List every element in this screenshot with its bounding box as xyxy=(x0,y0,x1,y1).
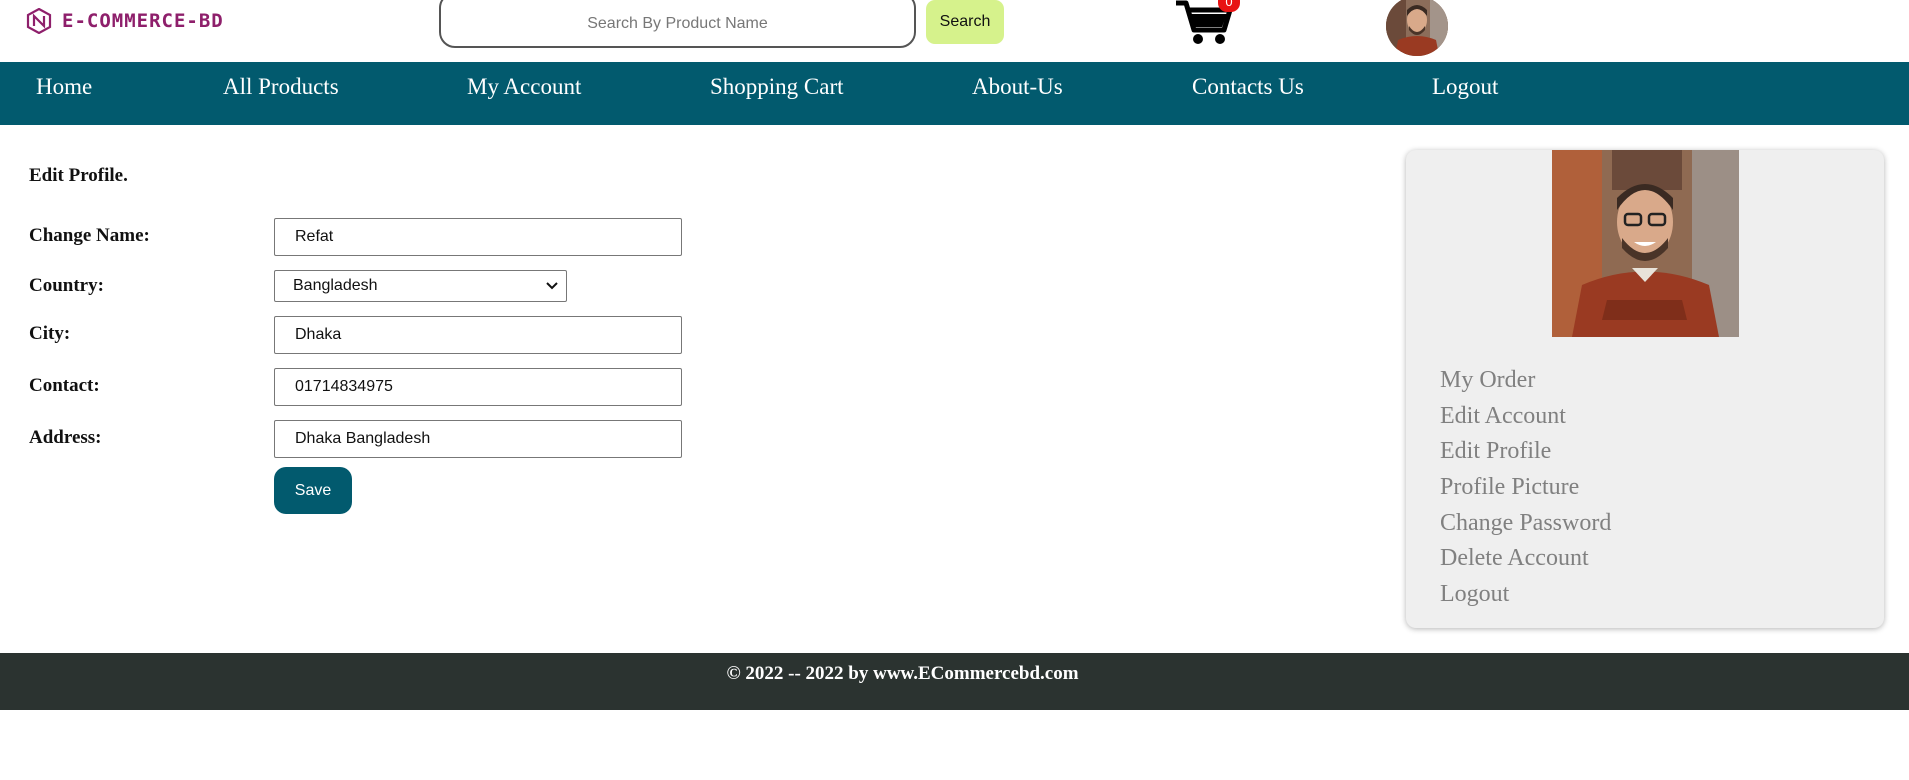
chevron-down-icon xyxy=(546,282,558,290)
nav-logout[interactable]: Logout xyxy=(1432,74,1498,100)
form-title: Edit Profile. xyxy=(29,165,128,186)
search-button[interactable]: Search xyxy=(926,0,1004,44)
menu-change-password[interactable]: Change Password xyxy=(1440,505,1611,541)
city-field[interactable] xyxy=(274,316,682,354)
contact-label: Contact: xyxy=(29,375,100,396)
menu-profile-picture[interactable]: Profile Picture xyxy=(1440,469,1611,505)
account-sidebar: My Order Edit Account Edit Profile Profi… xyxy=(1406,150,1884,628)
account-menu: My Order Edit Account Edit Profile Profi… xyxy=(1440,362,1611,612)
nav-home[interactable]: Home xyxy=(36,74,92,100)
logo-icon xyxy=(26,8,52,34)
country-selected-value: Bangladesh xyxy=(293,277,378,294)
search-input[interactable] xyxy=(439,0,916,48)
footer: © 2022 -- 2022 by www.ECommercebd.com xyxy=(0,653,1909,710)
menu-edit-profile[interactable]: Edit Profile xyxy=(1440,433,1611,469)
nav-contacts-us[interactable]: Contacts Us xyxy=(1192,74,1304,100)
nav-my-account[interactable]: My Account xyxy=(467,74,581,100)
menu-my-order[interactable]: My Order xyxy=(1440,362,1611,398)
avatar-image xyxy=(1386,0,1448,56)
menu-delete-account[interactable]: Delete Account xyxy=(1440,540,1611,576)
profile-photo-image xyxy=(1552,150,1739,337)
footer-copyright: © 2022 -- 2022 by www.ECommercebd.com xyxy=(726,663,1079,684)
city-label: City: xyxy=(29,323,71,344)
cart-button[interactable]: 0 xyxy=(1174,0,1240,46)
main-nav: Home All Products My Account Shopping Ca… xyxy=(0,62,1909,125)
contact-field[interactable] xyxy=(274,368,682,406)
nav-shopping-cart[interactable]: Shopping Cart xyxy=(710,74,844,100)
save-button[interactable]: Save xyxy=(274,467,352,514)
logo-text: E-COMMERCE-BD xyxy=(62,10,224,32)
user-avatar[interactable] xyxy=(1386,0,1448,56)
country-label: Country: xyxy=(29,275,104,296)
name-label: Change Name: xyxy=(29,225,150,246)
name-field[interactable] xyxy=(274,218,682,256)
profile-photo xyxy=(1552,150,1739,337)
nav-all-products[interactable]: All Products xyxy=(223,74,339,100)
address-label: Address: xyxy=(29,427,102,448)
site-logo[interactable]: E-COMMERCE-BD xyxy=(26,8,224,34)
menu-logout[interactable]: Logout xyxy=(1440,576,1611,612)
address-field[interactable] xyxy=(274,420,682,458)
menu-edit-account[interactable]: Edit Account xyxy=(1440,398,1611,434)
cart-count-badge: 0 xyxy=(1218,0,1240,12)
country-select[interactable]: Bangladesh xyxy=(274,270,567,302)
nav-about-us[interactable]: About-Us xyxy=(972,74,1063,100)
top-header: E-COMMERCE-BD Search 0 xyxy=(0,0,1909,62)
